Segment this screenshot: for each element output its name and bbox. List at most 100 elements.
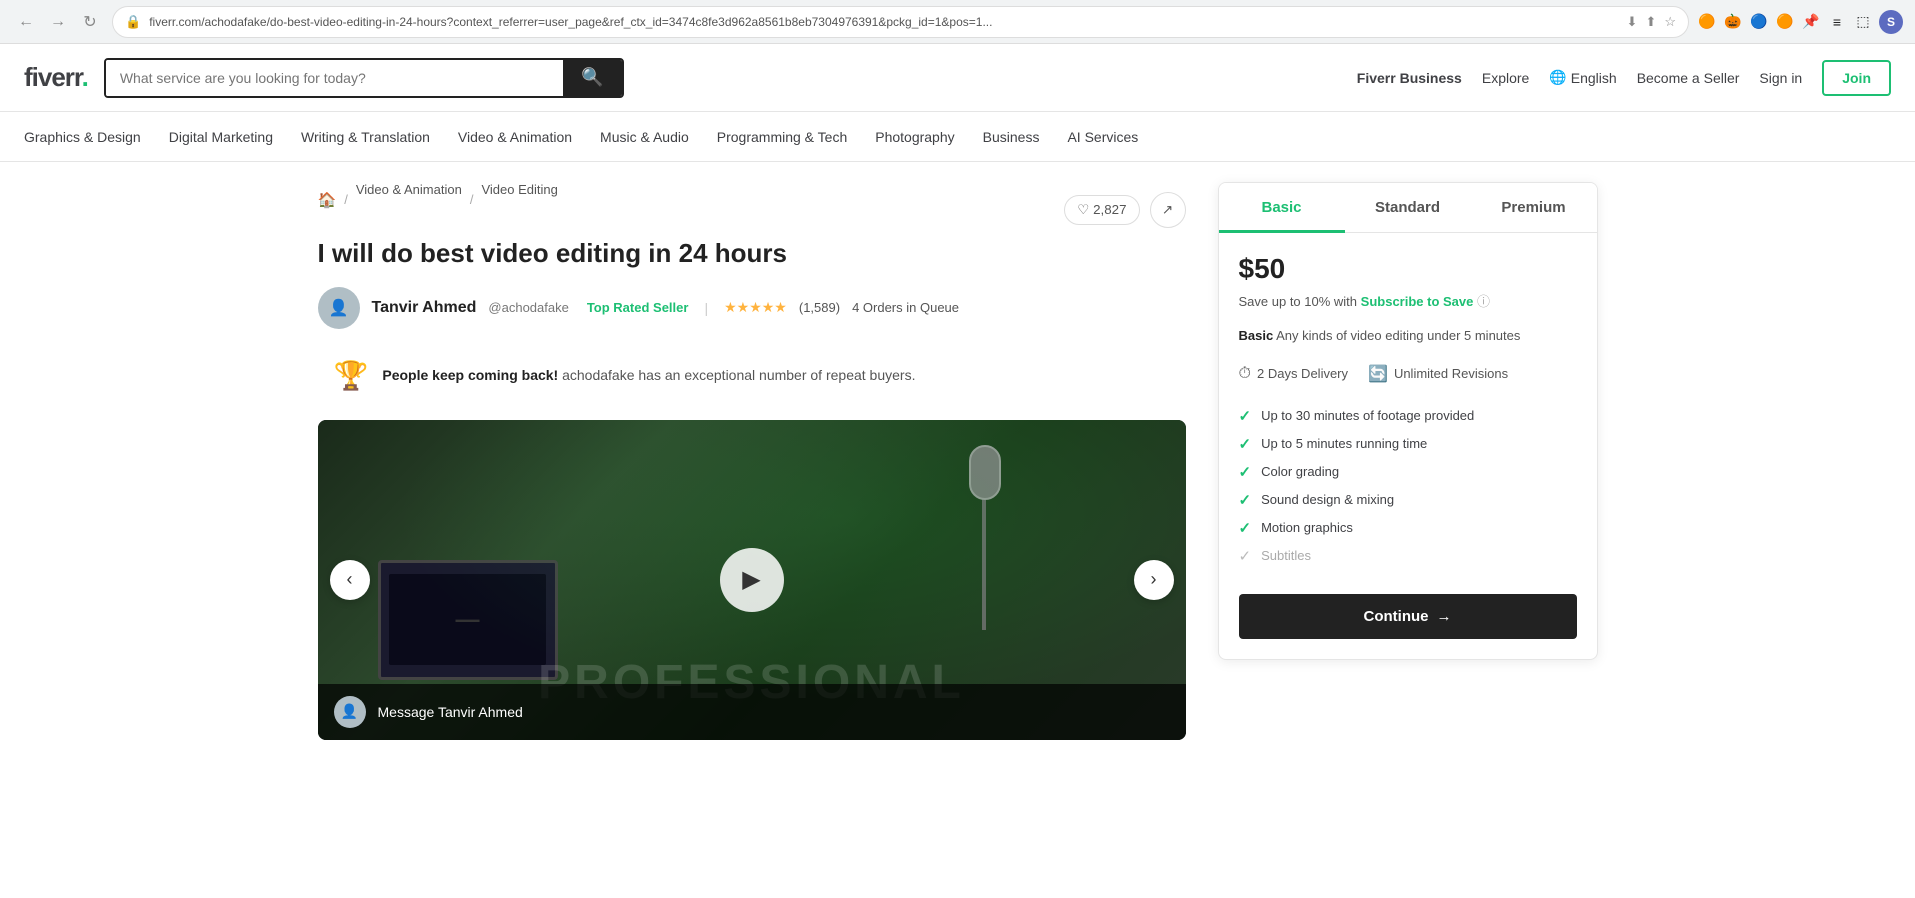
pricing-body: $50 Save up to 10% with Subscribe to Sav… xyxy=(1219,233,1597,659)
continue-arrow: → xyxy=(1437,608,1452,625)
heart-icon: ♡ xyxy=(1077,202,1089,218)
like-share-section: ♡ 2,827 ↗ xyxy=(1064,192,1185,228)
main-content: 🏠 / Video & Animation / Video Editing ♡ … xyxy=(258,162,1658,760)
site-wrapper: fiverr. 🔍 Fiverr Business Explore 🌐 Engl… xyxy=(0,44,1915,760)
cat-graphics-design[interactable]: Graphics & Design xyxy=(24,115,141,159)
home-icon[interactable]: 🏠 xyxy=(318,191,337,209)
url-text: fiverr.com/achodafake/do-best-video-edit… xyxy=(149,15,1618,29)
seller-row: 👤 Tanvir Ahmed @achodafake Top Rated Sel… xyxy=(318,287,1186,329)
globe-icon: 🌐 xyxy=(1549,69,1566,86)
search-bar: 🔍 xyxy=(104,58,624,98)
search-button[interactable]: 🔍 xyxy=(563,60,621,96)
browser-nav-buttons: ← → ↻ xyxy=(12,8,104,36)
nav-language[interactable]: 🌐 English xyxy=(1549,69,1616,86)
check-icon-5: ✓ xyxy=(1239,519,1252,537)
help-icon[interactable]: ⓘ xyxy=(1477,294,1490,309)
check-icon-3: ✓ xyxy=(1239,463,1252,481)
revisions-text: Unlimited Revisions xyxy=(1394,366,1508,381)
ext-icon-7: ⬚ xyxy=(1853,12,1873,32)
pricing-tabs: Basic Standard Premium xyxy=(1219,183,1597,233)
ext-icon-1: 🟠 xyxy=(1697,12,1717,32)
nav-fiverr-business[interactable]: Fiverr Business xyxy=(1357,70,1462,86)
tab-standard[interactable]: Standard xyxy=(1345,183,1471,232)
cat-video-animation[interactable]: Video & Animation xyxy=(458,115,572,159)
seller-avatar: 👤 xyxy=(318,287,360,329)
nav-become-seller[interactable]: Become a Seller xyxy=(1637,70,1740,86)
subscribe-to-save-link[interactable]: Subscribe to Save xyxy=(1361,294,1474,309)
feature-item-6: ✓ Subtitles xyxy=(1239,542,1577,570)
logo-dot: . xyxy=(82,62,88,92)
repeat-buyers-notice: 🏆 People keep coming back! achodafake ha… xyxy=(318,347,1186,404)
url-bar[interactable]: 🔒 fiverr.com/achodafake/do-best-video-ed… xyxy=(112,6,1689,38)
back-button[interactable]: ← xyxy=(12,8,40,36)
check-icon-1: ✓ xyxy=(1239,407,1252,425)
like-count: 2,827 xyxy=(1093,202,1126,217)
carousel-prev-button[interactable]: ‹ xyxy=(330,560,370,600)
share-icon: ↗ xyxy=(1162,202,1173,218)
feature-label-2: Up to 5 minutes running time xyxy=(1261,436,1427,451)
join-button[interactable]: Join xyxy=(1822,60,1891,96)
continue-button[interactable]: Continue → xyxy=(1239,594,1577,639)
fiverr-logo[interactable]: fiverr. xyxy=(24,62,88,93)
feature-label-3: Color grading xyxy=(1261,464,1339,479)
logo-text: fiverr xyxy=(24,62,82,92)
feature-label-4: Sound design & mixing xyxy=(1261,492,1394,507)
browser-extensions: 🟠 🎃 🔵 🟠 📌 ≡ ⬚ S xyxy=(1697,10,1903,34)
pricing-card: Basic Standard Premium $50 Save up to 10… xyxy=(1218,182,1598,660)
nav-sign-in[interactable]: Sign in xyxy=(1759,70,1802,86)
ext-icon-5: 📌 xyxy=(1801,12,1821,32)
browser-avatar: S xyxy=(1879,10,1903,34)
cat-ai-services[interactable]: AI Services xyxy=(1067,115,1138,159)
breadcrumb-sep-1: / xyxy=(344,192,348,207)
feature-item-3: ✓ Color grading xyxy=(1239,458,1577,486)
check-icon-6: ✓ xyxy=(1239,547,1252,565)
header-nav: Fiverr Business Explore 🌐 English Become… xyxy=(1357,60,1891,96)
cat-photography[interactable]: Photography xyxy=(875,115,954,159)
ext-icon-4: 🟠 xyxy=(1775,12,1795,32)
forward-button[interactable]: → xyxy=(44,8,72,36)
package-description: Basic Any kinds of video editing under 5… xyxy=(1239,326,1577,346)
package-desc-text: Any kinds of video editing under 5 minut… xyxy=(1276,328,1520,343)
delivery-days-text: 2 Days Delivery xyxy=(1257,366,1348,381)
orders-queue: 4 Orders in Queue xyxy=(852,300,959,315)
play-button[interactable]: ▶ xyxy=(720,548,784,612)
delivery-row: ⏱ 2 Days Delivery 🔄 Unlimited Revisions xyxy=(1239,364,1577,384)
site-header: fiverr. 🔍 Fiverr Business Explore 🌐 Engl… xyxy=(0,44,1915,112)
breadcrumb-video-editing[interactable]: Video Editing xyxy=(481,182,557,197)
star-rating: ★★★★★ xyxy=(724,299,787,316)
message-avatar: 👤 xyxy=(334,696,366,728)
breadcrumb: 🏠 / Video & Animation / Video Editing xyxy=(318,182,558,217)
repeat-notice-body: achodafake has an exceptional number of … xyxy=(562,367,915,383)
browser-chrome: ← → ↻ 🔒 fiverr.com/achodafake/do-best-vi… xyxy=(0,0,1915,44)
tab-premium[interactable]: Premium xyxy=(1471,183,1597,232)
cat-digital-marketing[interactable]: Digital Marketing xyxy=(169,115,273,159)
tab-basic[interactable]: Basic xyxy=(1219,183,1345,232)
like-button[interactable]: ♡ 2,827 xyxy=(1064,195,1139,225)
left-column: 🏠 / Video & Animation / Video Editing ♡ … xyxy=(318,182,1186,740)
monitor-prop: ▬▬▬ xyxy=(378,560,558,680)
features-list: ✓ Up to 30 minutes of footage provided ✓… xyxy=(1239,402,1577,570)
review-count: (1,589) xyxy=(799,300,840,315)
right-column: Basic Standard Premium $50 Save up to 10… xyxy=(1218,182,1598,740)
carousel-next-button[interactable]: › xyxy=(1134,560,1174,600)
seller-name[interactable]: Tanvir Ahmed xyxy=(372,299,477,317)
nav-explore[interactable]: Explore xyxy=(1482,70,1529,86)
repeat-notice-text: People keep coming back! achodafake has … xyxy=(382,367,915,383)
message-bar-text[interactable]: Message Tanvir Ahmed xyxy=(378,704,523,720)
feature-item-5: ✓ Motion graphics xyxy=(1239,514,1577,542)
cat-writing-translation[interactable]: Writing & Translation xyxy=(301,115,430,159)
message-bar: 👤 Message Tanvir Ahmed xyxy=(318,684,1186,740)
delivery-days: ⏱ 2 Days Delivery xyxy=(1239,365,1349,383)
cat-music-audio[interactable]: Music & Audio xyxy=(600,115,689,159)
repeat-notice-bold: People keep coming back! xyxy=(382,367,558,383)
cat-business[interactable]: Business xyxy=(983,115,1040,159)
ext-icon-3: 🔵 xyxy=(1749,12,1769,32)
cat-programming-tech[interactable]: Programming & Tech xyxy=(717,115,847,159)
breadcrumb-video-animation[interactable]: Video & Animation xyxy=(356,182,462,197)
search-input[interactable] xyxy=(106,60,564,96)
trophy-icon: 🏆 xyxy=(334,359,369,392)
breadcrumb-row: 🏠 / Video & Animation / Video Editing ♡ … xyxy=(318,182,1186,237)
share-button[interactable]: ↗ xyxy=(1150,192,1186,228)
reload-button[interactable]: ↻ xyxy=(76,8,104,36)
save-prefix: Save up to 10% with xyxy=(1239,294,1358,309)
